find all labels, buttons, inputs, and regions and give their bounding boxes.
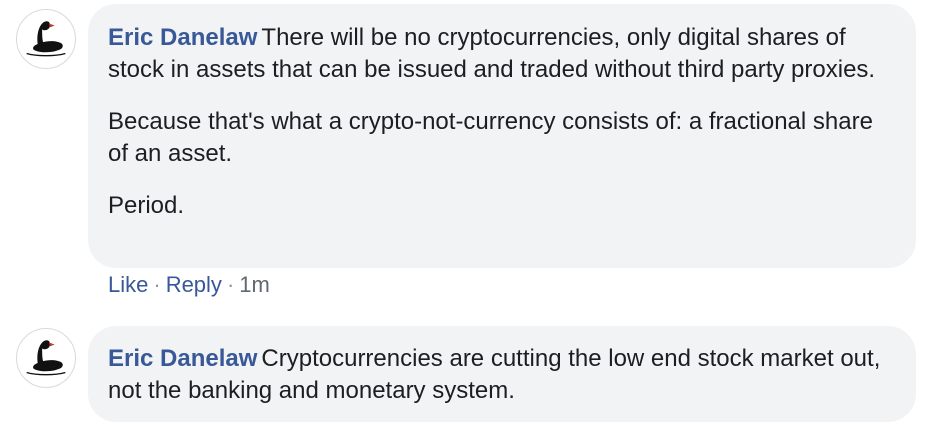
author-name-link[interactable]: Eric Danelaw	[108, 24, 257, 51]
black-swan-icon	[26, 21, 66, 57]
comment-paragraph: Period.	[108, 192, 185, 219]
avatar[interactable]	[16, 328, 76, 388]
comment-actions: Like · Reply · 1m	[108, 270, 270, 300]
avatar[interactable]	[16, 9, 76, 69]
comment-paragraph: Eric Danelaw Cryptocurrencies are cutting…	[108, 343, 896, 407]
black-swan-icon	[26, 340, 66, 376]
timestamp-link[interactable]: 1m	[239, 272, 270, 297]
separator-dot: ·	[226, 272, 235, 297]
reply-button[interactable]: Reply	[166, 272, 222, 297]
comment-bubble: Eric Danelaw There will be no cryptocurre…	[88, 4, 916, 268]
comment-bubble: Eric Danelaw Cryptocurrencies are cutting…	[88, 326, 916, 422]
comment-paragraph: Eric Danelaw There will be no cryptocurre…	[108, 22, 896, 86]
separator-dot: ·	[153, 272, 161, 297]
author-name-link[interactable]: Eric Danelaw	[108, 345, 257, 372]
like-button[interactable]: Like	[108, 272, 148, 297]
comment-paragraph: Because that's what a crypto-not-currenc…	[108, 108, 873, 167]
